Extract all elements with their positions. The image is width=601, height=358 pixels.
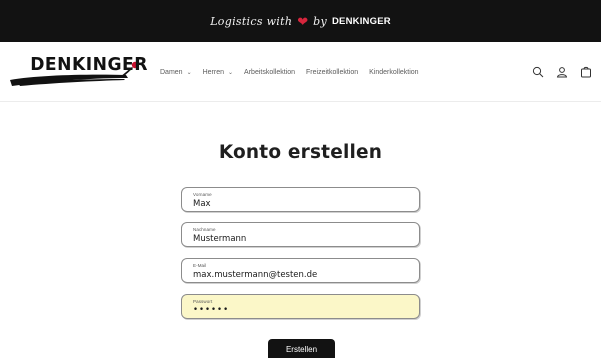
password-field[interactable]: Passwort ••••••: [181, 294, 420, 319]
account-icon[interactable]: [555, 65, 569, 79]
nav-item-label: Kinderkollektion: [369, 68, 419, 76]
field-value: Max: [193, 199, 211, 209]
main-nav: Damen ⌄ Herren ⌄ Arbeitskollektion Freiz…: [160, 42, 430, 102]
field-value: Mustermann: [193, 234, 247, 244]
nav-item-freizeitkollektion[interactable]: Freizeitkollektion: [306, 69, 358, 76]
nav-item-label: Damen: [160, 68, 183, 76]
announcement-script-text: Logistics with: [210, 14, 293, 28]
heart-icon: ❤: [297, 13, 309, 29]
site-header: DENKINGER Damen ⌄ Herren ⌄ Arbeitskollek…: [0, 42, 601, 102]
announcement-brand: DENKINGER: [331, 15, 391, 27]
first-name-field[interactable]: Vorname Max: [181, 187, 420, 212]
nav-item-arbeitskollektion[interactable]: Arbeitskollektion: [244, 69, 295, 76]
cart-icon[interactable]: [579, 65, 593, 79]
logo[interactable]: DENKINGER: [8, 50, 148, 92]
field-label: Passwort: [193, 299, 213, 304]
nav-item-herren[interactable]: Herren ⌄: [203, 69, 233, 76]
email-field[interactable]: E-Mail max.mustermann@testen.de: [181, 258, 420, 283]
field-value: ••••••: [193, 305, 230, 315]
field-value: max.mustermann@testen.de: [193, 270, 318, 280]
create-account-button[interactable]: Erstellen: [268, 339, 335, 358]
logo-text: DENKINGER: [30, 55, 148, 75]
nav-item-label: Arbeitskollektion: [244, 68, 296, 76]
announcement-bar: Logistics with ❤ by DENKINGER: [0, 0, 601, 42]
nav-item-label: Herren: [202, 68, 225, 76]
last-name-field[interactable]: Nachname Mustermann: [181, 222, 420, 247]
field-label: Vorname: [193, 192, 212, 197]
announcement-by-text: by: [313, 14, 327, 28]
field-label: Nachname: [193, 227, 216, 232]
field-label: E-Mail: [193, 263, 207, 268]
search-icon[interactable]: [531, 65, 545, 79]
chevron-down-icon: ⌄: [186, 69, 192, 76]
nav-item-damen[interactable]: Damen ⌄: [160, 69, 192, 76]
nav-item-kinderkollektion[interactable]: Kinderkollektion: [369, 69, 418, 76]
nav-item-label: Freizeitkollektion: [306, 68, 359, 76]
chevron-down-icon: ⌄: [228, 69, 234, 76]
header-icons: [531, 42, 593, 102]
page-title: Konto erstellen: [218, 142, 383, 163]
